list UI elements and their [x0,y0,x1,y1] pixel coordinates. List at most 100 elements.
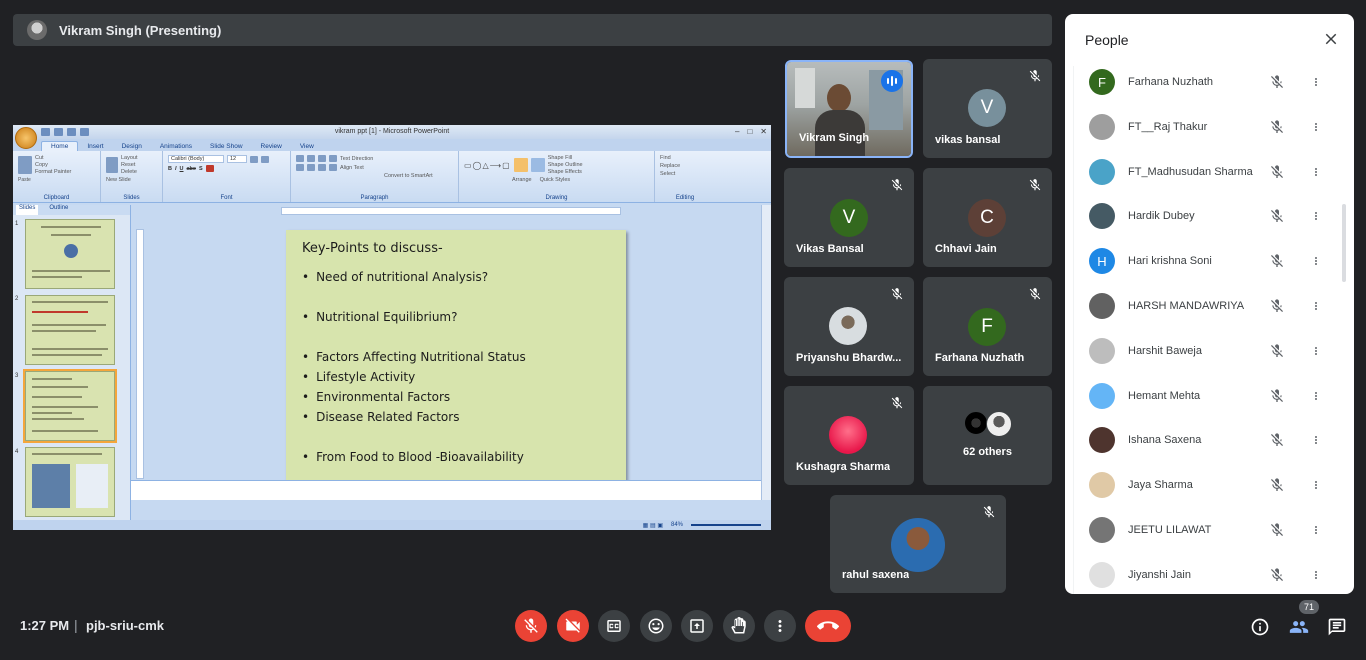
more-vert-icon[interactable] [1310,298,1322,314]
more-vert-icon[interactable] [1310,522,1322,538]
new-slide-button[interactable]: New Slide [106,177,157,183]
zoom-slider[interactable] [691,524,761,526]
mic-off-icon[interactable] [1269,388,1285,404]
copy-button[interactable]: Copy [35,162,71,168]
tab-outline[interactable]: Outline [46,205,71,215]
increase-indent-icon[interactable] [329,155,337,162]
reactions-button[interactable] [640,610,672,642]
present-now-button[interactable] [681,610,713,642]
new-slide-icon[interactable] [106,157,118,173]
participant-tile[interactable]: C Chhavi Jain [923,168,1052,267]
cut-button[interactable]: Cut [35,155,71,161]
meeting-details-icon[interactable] [1250,617,1270,637]
participant-tile[interactable]: V vikas bansal [923,59,1052,158]
shrink-font-icon[interactable] [261,155,269,163]
numbering-icon[interactable] [307,155,315,162]
mic-off-icon[interactable] [1269,298,1285,314]
participant-tile[interactable]: Kushagra Sharma [784,386,914,485]
captions-button[interactable] [598,610,630,642]
slide-thumbnail[interactable] [25,447,115,517]
participant-row[interactable]: FT__Raj Thakur [1065,105,1354,149]
more-vert-icon[interactable] [1310,388,1322,404]
more-vert-icon[interactable] [1310,432,1322,448]
shapes-gallery-icon[interactable]: ▭◯△⟶▢ [464,161,511,170]
office-button-icon[interactable] [15,127,37,149]
shadow-icon[interactable]: S [199,166,203,172]
participant-row[interactable]: H Hari krishna Soni [1065,239,1354,283]
mic-off-icon[interactable] [1269,74,1285,90]
participant-row[interactable]: Hemant Mehta [1065,374,1354,418]
mic-off-icon[interactable] [1269,522,1285,538]
mic-off-icon[interactable] [1269,208,1285,224]
justify-icon[interactable] [329,164,337,171]
grow-font-icon[interactable] [250,155,258,163]
more-vert-icon[interactable] [1310,164,1322,180]
arrange-button[interactable]: Arrange [512,177,532,183]
align-center-icon[interactable] [307,164,315,171]
underline-icon[interactable]: U [180,166,184,172]
more-vert-icon[interactable] [1310,208,1322,224]
more-vert-icon[interactable] [1310,477,1322,493]
more-vert-icon[interactable] [1310,567,1322,583]
participant-row[interactable]: Hardik Dubey [1065,194,1354,238]
participant-tile[interactable]: V Vikas Bansal [784,168,914,267]
minimize-icon[interactable]: – [735,127,739,136]
quick-styles-button[interactable]: Quick Styles [540,177,571,183]
layout-button[interactable]: Layout [121,155,138,161]
text-direction-button[interactable]: Text Direction [340,156,373,162]
mic-off-icon[interactable] [1269,164,1285,180]
font-name-select[interactable]: Calibri (Body) [168,155,224,163]
participant-row[interactable]: F Farhana Nuzhath [1065,60,1354,104]
shape-effects-button[interactable]: Shape Effects [548,169,583,175]
participant-list[interactable]: F Farhana Nuzhath FT__Raj Thakur FT_Madhusu… [1065,60,1354,594]
mic-off-icon[interactable] [1269,343,1285,359]
format-painter-button[interactable]: Format Painter [35,169,71,175]
bullets-icon[interactable] [296,155,304,162]
raise-hand-button[interactable] [723,610,755,642]
more-options-button[interactable] [764,610,796,642]
find-button[interactable]: Find [660,155,710,161]
mic-off-icon[interactable] [1269,119,1285,135]
close-icon[interactable]: ✕ [760,127,767,136]
arrange-icon[interactable] [513,158,528,172]
participant-row[interactable]: Harshit Baweja [1065,329,1354,373]
more-vert-icon[interactable] [1310,343,1322,359]
slide[interactable]: Key-Points to discuss- Need of nutrition… [286,230,626,484]
chat-icon[interactable] [1327,617,1347,637]
participant-tile[interactable]: F Farhana Nuzhath [923,277,1052,376]
shape-fill-button[interactable]: Shape Fill [548,155,583,161]
tab-view[interactable]: View [291,142,323,151]
more-vert-icon[interactable] [1310,119,1322,135]
participant-row[interactable]: Jaya Sharma [1065,463,1354,507]
mic-toggle-button[interactable] [515,610,547,642]
maximize-icon[interactable]: □ [747,127,752,136]
leave-call-button[interactable] [805,610,851,642]
decrease-indent-icon[interactable] [318,155,326,162]
participant-tile[interactable]: Priyanshu Bhardw... [784,277,914,376]
others-tile[interactable]: 62 others [923,386,1052,485]
tab-animations[interactable]: Animations [151,142,201,151]
slide-canvas[interactable]: Key-Points to discuss- Need of nutrition… [131,205,771,520]
people-scrollbar[interactable] [1342,204,1346,282]
participant-row[interactable]: Jiyanshi Jain [1065,553,1354,594]
align-text-button[interactable]: Align Text [340,165,364,171]
slide-thumbnail[interactable] [25,219,115,289]
slide-thumbnail[interactable] [25,295,115,365]
mic-off-icon[interactable] [1269,477,1285,493]
people-icon[interactable] [1289,617,1309,637]
paste-button[interactable]: Paste [18,177,95,183]
mic-off-icon[interactable] [1269,253,1285,269]
participant-row[interactable]: FT_Madhusudan Sharma [1065,150,1354,194]
smartart-button[interactable]: Convert to SmartArt [296,173,453,179]
mic-off-icon[interactable] [1269,432,1285,448]
shape-outline-button[interactable]: Shape Outline [548,162,583,168]
slide-thumbnail-selected[interactable] [23,369,117,443]
replace-button[interactable]: Replace [660,163,710,169]
font-color-icon[interactable] [205,165,214,172]
font-size-select[interactable]: 12 [227,155,247,163]
select-button[interactable]: Select [660,171,710,177]
align-right-icon[interactable] [318,164,326,171]
align-left-icon[interactable] [296,164,304,171]
vertical-scrollbar[interactable] [761,205,771,500]
delete-button[interactable]: Delete [121,169,138,175]
